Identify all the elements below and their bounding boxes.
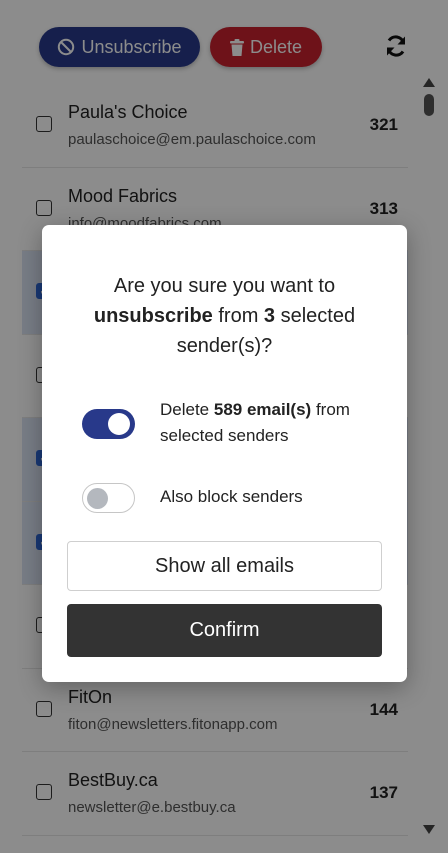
dialog-question: Are you sure you want to unsubscribe fro… bbox=[62, 271, 387, 361]
confirm-button[interactable]: Confirm bbox=[67, 604, 382, 657]
block-senders-toggle[interactable] bbox=[82, 483, 135, 513]
toggle-knob bbox=[87, 487, 108, 509]
delete-emails-toggle[interactable] bbox=[82, 409, 135, 439]
question-text: Are you sure you want to bbox=[113, 275, 336, 297]
option-email-count: 589 email(s) bbox=[213, 400, 312, 419]
confirm-dialog: Are you sure you want to unsubscribe fro… bbox=[42, 225, 407, 682]
delete-emails-option-label: Delete 589 email(s) from selected sender… bbox=[160, 397, 380, 449]
show-all-emails-button[interactable]: Show all emails bbox=[67, 541, 382, 591]
option-text: Delete bbox=[160, 400, 210, 419]
block-senders-option-label: Also block senders bbox=[160, 487, 303, 506]
question-text: from bbox=[218, 305, 259, 327]
question-action: unsubscribe bbox=[93, 305, 213, 327]
toggle-knob bbox=[108, 413, 130, 435]
question-count: 3 bbox=[263, 305, 276, 327]
